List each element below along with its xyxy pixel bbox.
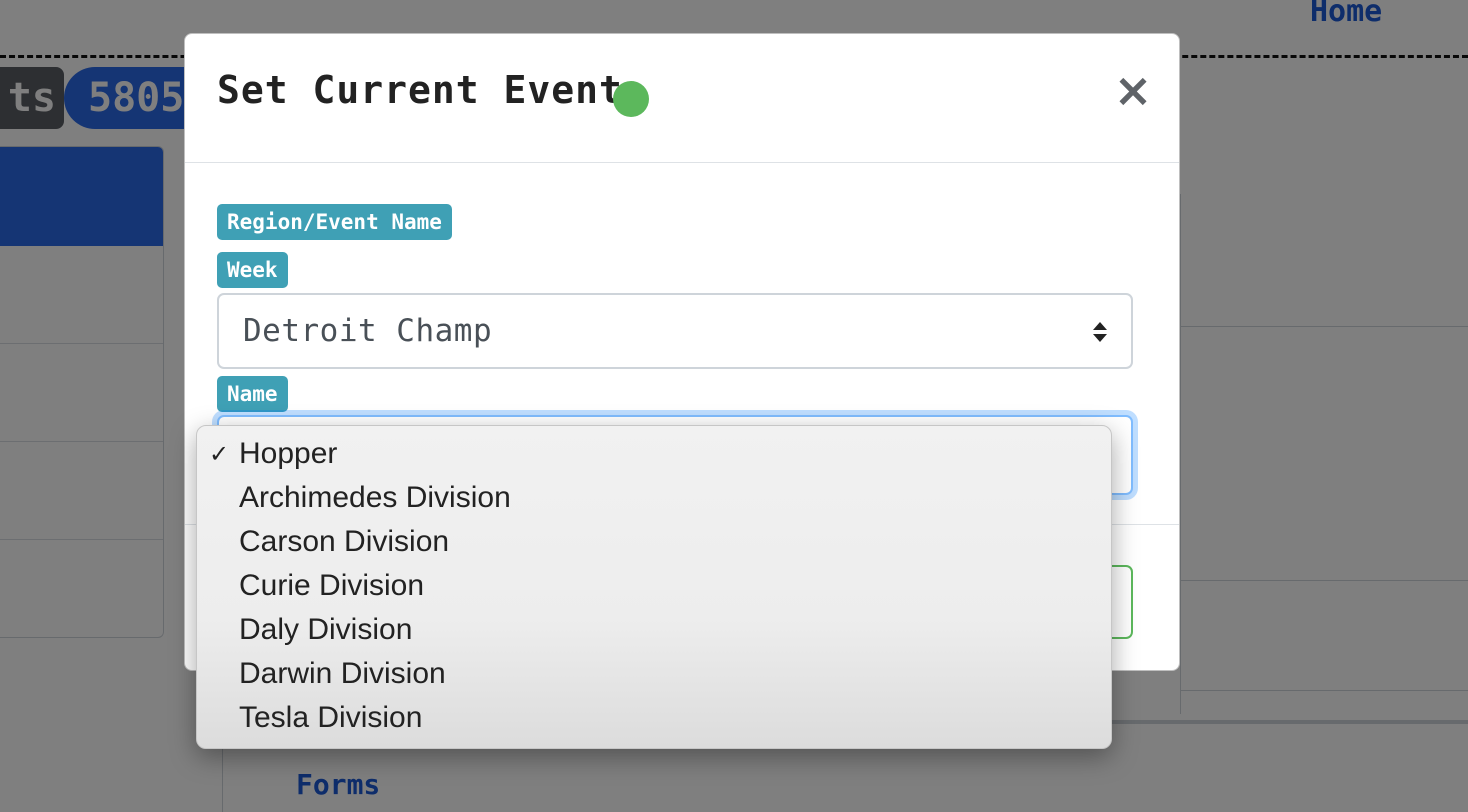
modal-title: Set Current Event: [217, 68, 623, 112]
event-select[interactable]: Detroit Champ: [217, 293, 1133, 369]
updown-chevron-icon: [1093, 322, 1107, 342]
dropdown-option[interactable]: Curie Division: [197, 564, 1111, 608]
week-label: Week: [217, 252, 288, 288]
name-dropdown-list: ✓ Hopper Archimedes Division Carson Divisio…: [196, 425, 1112, 749]
dropdown-option[interactable]: ✓ Hopper: [197, 432, 1111, 476]
dropdown-option-label: Hopper: [239, 437, 338, 470]
status-dot-icon: [613, 81, 649, 117]
dropdown-option-label: Archimedes Division: [239, 481, 511, 514]
dropdown-option-label: Curie Division: [239, 569, 425, 602]
dropdown-option-label: Darwin Division: [239, 657, 446, 690]
dropdown-option-label: Daly Division: [239, 613, 413, 646]
close-button[interactable]: ×: [1109, 64, 1157, 116]
dropdown-option-label: Tesla Division: [239, 701, 423, 734]
event-select-value: Detroit Champ: [243, 313, 493, 349]
dropdown-option[interactable]: Daly Division: [197, 608, 1111, 652]
dropdown-option[interactable]: Archimedes Division: [197, 476, 1111, 520]
dropdown-option[interactable]: Darwin Division: [197, 652, 1111, 696]
region-event-label: Region/Event Name: [217, 204, 452, 240]
dropdown-option-label: Carson Division: [239, 525, 450, 558]
dropdown-option[interactable]: Carson Division: [197, 520, 1111, 564]
checkmark-icon: ✓: [209, 440, 230, 468]
dropdown-option[interactable]: Tesla Division: [197, 696, 1111, 740]
name-label: Name: [217, 376, 288, 412]
modal-header: Set Current Event ×: [185, 34, 1179, 163]
